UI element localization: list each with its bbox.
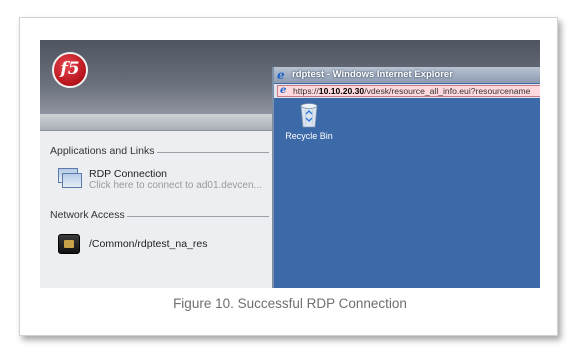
ie-title-bar[interactable]: e rdptest - Windows Internet Explorer bbox=[274, 67, 540, 83]
recycle-bin-icon bbox=[299, 102, 319, 128]
ie-window-title: rdptest - Windows Internet Explorer bbox=[292, 69, 453, 80]
remote-desktop[interactable]: Recycle Bin bbox=[274, 98, 540, 288]
webtop-panel: Applications and Links RDP Connection Cl… bbox=[40, 131, 275, 288]
divider bbox=[157, 152, 269, 153]
address-field[interactable]: e https://10.10.20.30/vdesk/resource_all… bbox=[277, 85, 540, 97]
applications-heading: Applications and Links bbox=[50, 145, 155, 157]
divider bbox=[127, 216, 269, 217]
network-access-icon bbox=[58, 234, 80, 254]
network-heading: Network Access bbox=[50, 209, 125, 221]
address-text: https://10.10.20.30/vdesk/resource_all_i… bbox=[293, 86, 531, 96]
screenshot: f5 Applications and Links RDP Connection… bbox=[40, 40, 540, 288]
figure-caption: Figure 10. Successful RDP Connection bbox=[173, 296, 407, 311]
network-item-label[interactable]: /Common/rdptest_na_res bbox=[89, 238, 207, 250]
ie-logo-icon: e bbox=[277, 68, 285, 82]
f5-logo: f5 bbox=[52, 52, 88, 88]
desktop-icon-recycle-bin[interactable]: Recycle Bin bbox=[284, 102, 334, 141]
address-bar: e https://10.10.20.30/vdesk/resource_all… bbox=[274, 84, 540, 98]
ie-page-icon: e bbox=[280, 85, 287, 96]
rdp-windows-icon bbox=[58, 168, 82, 188]
ie-window: e rdptest - Windows Internet Explorer e … bbox=[272, 67, 540, 288]
app-title[interactable]: RDP Connection bbox=[89, 168, 167, 180]
app-subtitle: Click here to connect to ad01.devcen... bbox=[89, 180, 262, 191]
recycle-bin-label: Recycle Bin bbox=[285, 131, 333, 141]
